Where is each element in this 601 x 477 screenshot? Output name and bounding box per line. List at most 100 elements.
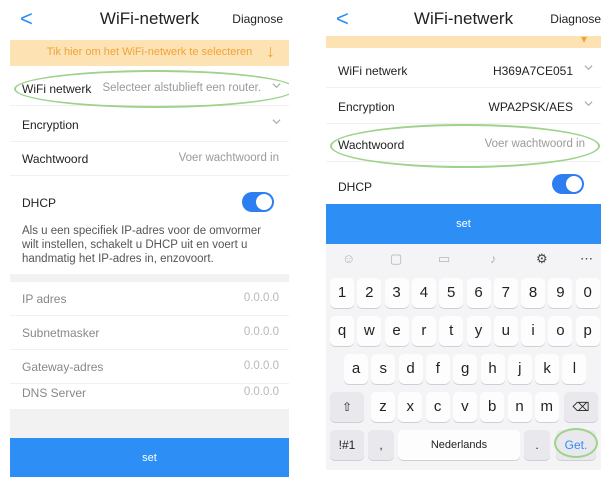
backspace-key[interactable]: ⌫ [564,392,598,422]
key-a[interactable]: a [344,354,368,384]
key-u[interactable]: u [493,316,518,346]
arrow-down-icon: ▾ [580,32,587,46]
microphone-icon[interactable]: ♪ [490,251,497,266]
key-x[interactable]: x [398,392,423,422]
wifi-network-row[interactable]: WiFi netwerk H369A7CE051 [326,54,601,88]
encryption-label: Encryption [338,100,395,114]
dhcp-note: Als u een specifiek IP-adres voor de omv… [22,225,262,265]
banner-text: Tik hier om het WiFi-netwerk te selecter… [46,46,253,58]
key-j[interactable]: j [507,354,532,384]
dns-server-row[interactable]: DNS Server 0.0.0.0 [10,376,289,410]
more-icon[interactable]: ⋯ [580,251,593,267]
key-n[interactable]: n [507,392,532,422]
key-8[interactable]: 8 [521,278,546,308]
keyboard-toolbar: ☺ ▢ ▭ ♪ ⚙ ⋯ [326,244,601,274]
key-z[interactable]: z [371,392,395,422]
key-w[interactable]: w [357,316,382,346]
left-screen: < WiFi-netwerk Diagnose Tik hier om het … [10,0,289,477]
key-6[interactable]: 6 [466,278,491,308]
highlight-ellipse-go [554,428,598,458]
key-7[interactable]: 7 [493,278,518,308]
encryption-row[interactable]: Encryption WPA2PSK/AES [326,90,601,124]
encryption-value: WPA2PSK/AES [488,100,573,114]
subnet-mask-value: 0.0.0.0 [243,326,279,338]
period-key[interactable]: . [524,430,550,460]
key-i[interactable]: i [521,316,546,346]
toggle-knob [256,194,272,210]
key-y[interactable]: y [466,316,491,346]
set-button-label: set [142,452,157,464]
dhcp-label: DHCP [338,180,373,194]
key-2[interactable]: 2 [357,278,382,308]
emoji-icon[interactable]: ☺ [342,251,355,266]
key-3[interactable]: 3 [384,278,409,308]
shift-key[interactable]: ⇧ [330,392,364,422]
dns-server-label: DNS Server [22,386,87,400]
set-button[interactable]: set [10,438,289,477]
diagnose-button[interactable]: Diagnose [550,12,601,26]
divider [10,274,289,282]
key-l[interactable]: l [562,354,587,384]
nav-bar: < WiFi-netwerk Diagnose [326,0,601,40]
ip-address-row[interactable]: IP adres 0.0.0.0 [10,282,289,316]
wifi-network-label: WiFi netwerk [338,64,408,78]
right-screen: < WiFi-netwerk Diagnose ▾ WiFi netwerk H… [326,0,601,470]
wifi-network-value: H369A7CE051 [492,64,573,78]
diagnose-button[interactable]: Diagnose [232,12,283,26]
key-h[interactable]: h [480,354,505,384]
key-t[interactable]: t [439,316,464,346]
password-label: Wachtwoord [22,152,89,166]
select-wifi-banner[interactable]: Tik hier om het WiFi-netwerk te selecter… [10,40,289,66]
spacer [10,410,289,438]
encryption-row[interactable]: Encryption [10,108,289,142]
key-5[interactable]: 5 [439,278,464,308]
key-b[interactable]: b [480,392,505,422]
chevron-down-icon [584,101,593,107]
clipboard-icon[interactable]: ▭ [438,251,450,267]
key-v[interactable]: v [452,392,477,422]
key-k[interactable]: k [535,354,560,384]
ip-address-label: IP adres [22,292,67,306]
set-button-label: set [456,218,471,230]
password-input[interactable]: Voer wachtwoord in [179,152,279,164]
gateway-label: Gateway-adres [22,360,104,374]
key-d[interactable]: d [398,354,423,384]
nav-bar: < WiFi-netwerk Diagnose [10,0,289,40]
highlight-ellipse [330,124,600,168]
encryption-label: Encryption [22,118,79,132]
password-row[interactable]: Wachtwoord Voer wachtwoord in [10,142,289,176]
space-key[interactable]: Nederlands [398,430,520,460]
comma-key[interactable]: , [368,430,394,460]
key-9[interactable]: 9 [548,278,573,308]
set-button[interactable]: set [326,204,601,244]
key-4[interactable]: 4 [411,278,436,308]
key-o[interactable]: o [548,316,573,346]
highlight-ellipse [14,70,289,108]
dhcp-toggle[interactable] [552,174,584,194]
key-1[interactable]: 1 [330,278,354,308]
key-q[interactable]: q [330,316,354,346]
key-f[interactable]: f [425,354,450,384]
symbols-key[interactable]: !#1 [330,430,364,460]
key-e[interactable]: e [384,316,409,346]
dhcp-label: DHCP [22,196,57,210]
sticker-icon[interactable]: ▢ [390,251,402,267]
select-wifi-banner[interactable]: ▾ [326,32,601,48]
ip-address-value: 0.0.0.0 [243,292,279,304]
chevron-down-icon [272,119,281,125]
key-p[interactable]: p [575,316,600,346]
gateway-value: 0.0.0.0 [243,360,279,372]
dhcp-toggle[interactable] [242,192,274,212]
arrow-down-icon: ↓ [266,41,275,61]
toggle-knob [566,176,582,192]
gear-icon[interactable]: ⚙ [536,251,548,267]
chevron-down-icon [584,65,593,71]
dns-server-value: 0.0.0.0 [243,386,279,398]
key-g[interactable]: g [453,354,478,384]
key-m[interactable]: m [534,392,559,422]
key-c[interactable]: c [425,392,450,422]
key-0[interactable]: 0 [575,278,600,308]
key-r[interactable]: r [411,316,436,346]
key-s[interactable]: s [371,354,396,384]
subnet-mask-row[interactable]: Subnetmasker 0.0.0.0 [10,316,289,350]
